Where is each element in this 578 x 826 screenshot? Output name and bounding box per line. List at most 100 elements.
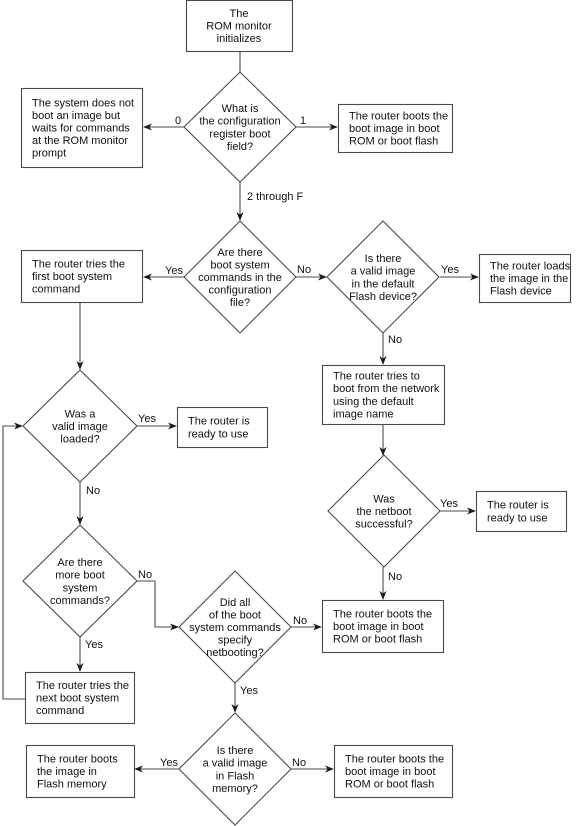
node-text-line: The router is [188, 416, 250, 428]
node-text-line: a valid image [351, 266, 416, 278]
node-text-line: system commands [189, 622, 281, 634]
node-text-line: using the default [333, 396, 414, 408]
node-text-line: file? [230, 297, 250, 309]
edge-loop-back [2, 422, 25, 700]
node-text-line: ROM or boot flash [345, 779, 434, 791]
node-text-line: What is [222, 103, 259, 115]
node-text-line: ROM or boot flash [349, 136, 438, 148]
label-q8-yes: Yes [160, 757, 178, 769]
node-text-line: more boot [55, 570, 105, 582]
node-text-line: Is there [365, 253, 402, 265]
node-text-line: boot image in boot [349, 123, 440, 135]
node-text-line: loaded? [60, 434, 99, 446]
label-q5-no: No [86, 485, 100, 497]
node-try-next: The router tries thenext boot systemcomm… [24, 671, 136, 725]
label-q5-yes: Yes [138, 413, 156, 425]
node-text-line: valid image [52, 421, 108, 433]
node-text-line: Did all [220, 597, 251, 609]
node-text-line: The router boots the [333, 608, 432, 620]
node-text-line: The router boots the [349, 110, 448, 122]
node-text-line: initializes [217, 33, 262, 45]
decision-more-cmds: Are theremore bootsystemcommands? [22, 524, 138, 638]
edge-q6-no [136, 580, 179, 631]
label-q8-no: No [292, 757, 306, 769]
boot-flowchart: 0 1 2 through F Yes No Yes No Yes No Yes… [2, 0, 572, 826]
decision-boot-cmds: Are thereboot systemcommands in theconfi… [183, 220, 297, 334]
node-text-line: the image in [37, 766, 97, 778]
node-text-line: memory? [212, 783, 258, 795]
node-text-line: The router tries the [36, 680, 129, 692]
node-text-line: next boot system [36, 693, 119, 705]
label-q4-no: No [388, 571, 402, 583]
decision-valid-loaded: Was avalid imageloaded? [22, 369, 138, 483]
label-0: 0 [175, 115, 181, 127]
node-try-network: The router tries toboot from the network… [321, 364, 446, 426]
node-text-line: first boot system [32, 271, 112, 283]
node-text-line: ROM monitor [206, 21, 272, 33]
node-text-line: Flash memory [37, 779, 107, 791]
decision-flash-memory: Is therea valid imagein Flashmemory? [178, 712, 292, 826]
node-text-line: command [36, 705, 84, 717]
decision-boot-field: What isthe configurationregister bootfie… [183, 71, 297, 183]
node-text-line: system [63, 582, 98, 594]
node-try-first: The router tries thefirst boot systemcom… [20, 249, 144, 304]
node-text-line: netbooting? [206, 647, 264, 659]
node-text-line: the configuration [199, 116, 280, 128]
node-text-line: Are there [57, 557, 102, 569]
decision-netboot: Wasthe netbootsuccessful? [327, 454, 441, 568]
node-text-line: The router boots the [345, 753, 444, 765]
node-text-line: field? [227, 141, 253, 153]
label-q2-yes: Yes [165, 265, 183, 277]
node-text-line: prompt [32, 148, 66, 160]
node-boot-rom-2: The router boots theboot image in bootRO… [321, 599, 445, 654]
node-text-line: the netboot [356, 506, 411, 518]
node-text-line: ready to use [188, 428, 249, 440]
node-text-line: the image in the [490, 273, 568, 285]
node-text-line: configuration [209, 285, 272, 297]
node-text-line: command [32, 284, 80, 296]
node-text-line: at the ROM monitor [32, 135, 128, 147]
node-text-line: Was a [65, 408, 97, 420]
node-rommon-prompt: The system does notboot an image butwait… [20, 87, 144, 169]
node-text-line: The router loads [490, 260, 571, 272]
label-2-through-f: 2 through F [247, 191, 304, 203]
node-text-line: The router tries the [32, 258, 125, 270]
label-q2-no: No [297, 264, 311, 276]
label-q3-yes: Yes [441, 264, 459, 276]
node-text-line: The router boots [37, 753, 118, 765]
node-text-line: The router tries to [333, 371, 420, 383]
node-start: TheROM monitorinitializes [185, 0, 294, 53]
node-text-line: boot system [210, 259, 269, 271]
node-text-line: image name [333, 408, 394, 420]
nodes: TheROM monitorinitializes What isthe con… [20, 0, 572, 826]
node-text-line: commands in the [198, 272, 282, 284]
label-q4-yes: Yes [440, 498, 458, 510]
node-text-line: specify [218, 635, 253, 647]
node-loads-flash: The router loadsthe image in theFlash de… [478, 253, 572, 304]
node-text-line: in Flash [216, 770, 255, 782]
node-ready-1: The router isready to use [176, 406, 269, 449]
node-text-line: boot an image but [32, 110, 120, 122]
node-text-line: The [230, 8, 249, 20]
node-text-line: boot image in boot [345, 766, 436, 778]
node-text-line: successful? [355, 519, 412, 531]
node-text-line: boot image in boot [333, 621, 424, 633]
node-boot-rom-1: The router boots theboot image in bootRO… [337, 103, 454, 154]
label-q3-no: No [388, 334, 402, 346]
node-text-line: commands? [50, 595, 110, 607]
node-ready-2: The router isready to use [475, 490, 568, 533]
label-q6-no: No [138, 569, 152, 581]
node-text-line: boot from the network [333, 383, 440, 395]
node-text-line: The router is [487, 500, 549, 512]
node-text-line: a valid image [203, 758, 268, 770]
node-text-line: register boot [209, 128, 270, 140]
decision-all-netboot: Did allof the bootsystem commandsspecify… [178, 570, 292, 684]
node-text-line: ROM or boot flash [333, 634, 422, 646]
node-text-line: Flash device [490, 286, 552, 298]
node-text-line: The system does not [32, 97, 134, 109]
node-text-line: Is there [217, 745, 254, 757]
edge-labels: 0 1 2 through F Yes No Yes No Yes No Yes… [85, 115, 459, 769]
label-q7-no: No [293, 615, 307, 627]
node-text-line: Are there [217, 247, 262, 259]
node-text-line: Flash device? [349, 291, 417, 303]
